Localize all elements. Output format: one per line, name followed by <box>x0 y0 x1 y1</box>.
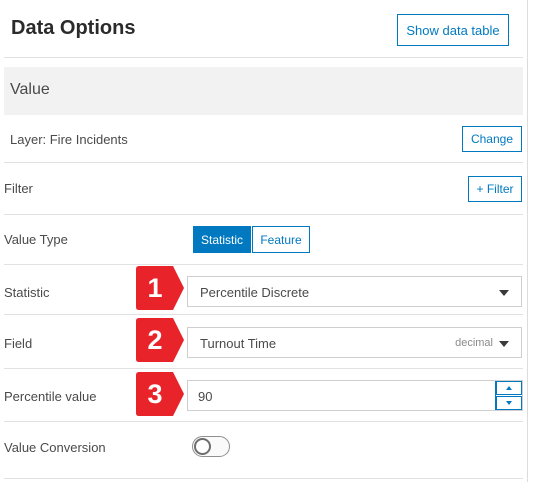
panel-right-border <box>527 0 528 482</box>
percentile-input[interactable]: 90 <box>187 380 523 411</box>
value-section-header[interactable]: Value <box>4 67 523 115</box>
divider <box>4 162 523 163</box>
section-title: Value <box>10 81 50 98</box>
chevron-down-icon <box>506 401 512 405</box>
callout-number: 1 <box>147 272 163 303</box>
value-type-feature-option[interactable]: Feature <box>252 226 310 253</box>
layer-label: Layer: Fire Incidents <box>10 132 128 147</box>
divider <box>4 421 523 422</box>
field-value: Turnout Time <box>200 336 277 351</box>
divider <box>4 314 523 315</box>
percentile-stepper <box>495 381 522 410</box>
percentile-label: Percentile value <box>4 389 97 404</box>
divider <box>4 368 523 369</box>
statistic-select[interactable]: Percentile Discrete <box>187 276 522 307</box>
decrement-button[interactable] <box>496 396 522 410</box>
statistic-label: Statistic <box>4 285 50 300</box>
field-label: Field <box>4 336 33 351</box>
divider <box>4 264 523 265</box>
divider <box>4 57 523 58</box>
callout-badge-2: 2 <box>136 318 185 362</box>
change-layer-button[interactable]: Change <box>462 126 522 152</box>
value-type-label: Value Type <box>4 232 68 247</box>
percentile-input-value: 90 <box>198 389 213 404</box>
callout-number: 3 <box>147 378 163 409</box>
callout-number: 2 <box>147 324 163 355</box>
callout-badge-3: 3 <box>136 372 185 416</box>
chevron-up-icon <box>506 386 512 390</box>
statistic-value: Percentile Discrete <box>200 285 310 300</box>
value-type-statistic-option[interactable]: Statistic <box>193 226 251 253</box>
chevron-down-icon <box>499 341 509 347</box>
panel-title: Data Options <box>11 17 136 39</box>
value-conversion-toggle[interactable] <box>192 436 230 457</box>
chevron-down-icon <box>499 290 509 296</box>
value-conversion-label: Value Conversion <box>4 440 106 455</box>
divider <box>4 214 523 215</box>
divider <box>4 478 523 479</box>
toggle-knob <box>194 438 211 455</box>
callout-badge-1: 1 <box>136 266 185 310</box>
show-data-table-button[interactable]: Show data table <box>397 14 509 46</box>
filter-label: Filter <box>4 181 33 196</box>
field-type-hint: decimal <box>455 337 493 349</box>
add-filter-button[interactable]: + Filter <box>468 176 522 202</box>
field-select[interactable]: Turnout Time decimal <box>187 327 522 358</box>
increment-button[interactable] <box>496 381 522 395</box>
